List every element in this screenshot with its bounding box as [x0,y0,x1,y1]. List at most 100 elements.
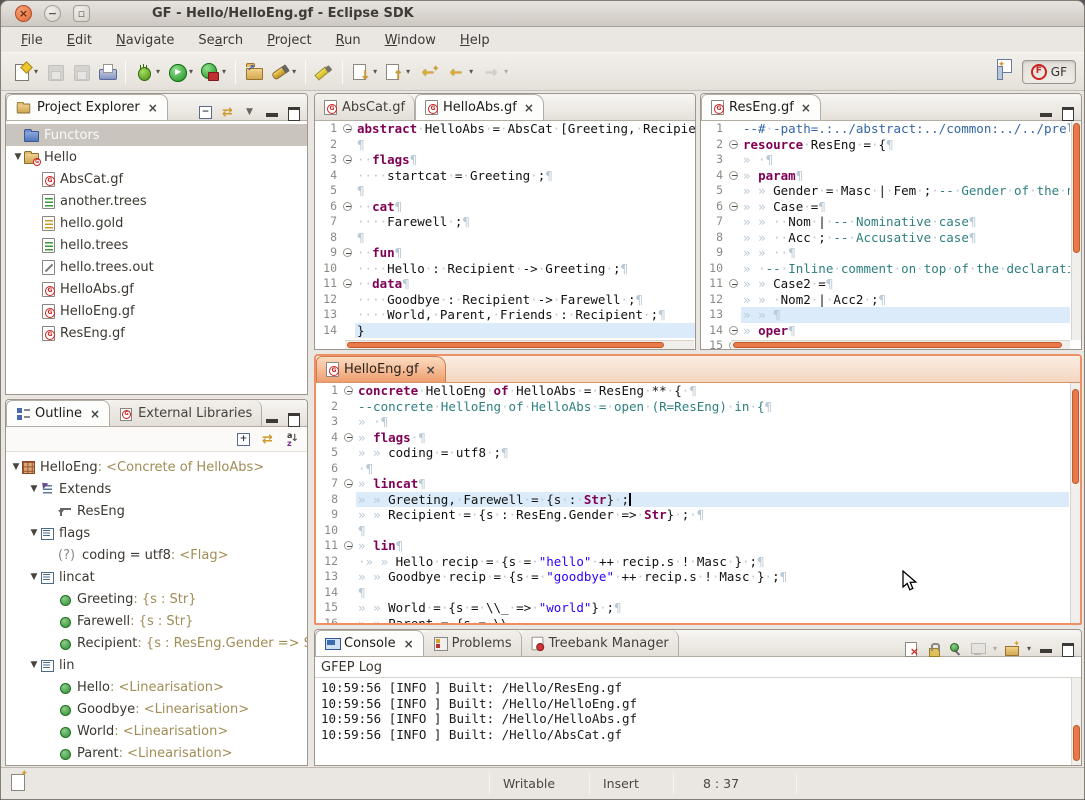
open-perspective-icon[interactable] [996,63,1014,81]
outline-tree[interactable]: ▼HelloEng : <Concrete of HelloAbs>▼Exten… [6,453,307,765]
menu-project[interactable]: Project [255,30,324,51]
close-icon[interactable]: × [801,102,811,114]
maximize-icon[interactable] [1060,641,1075,656]
previous-annotation-button[interactable]: ▾ [381,60,414,84]
expand-arrow-icon[interactable]: ▼ [10,462,22,472]
tree-item-AbsCat.gf[interactable]: AbsCat.gf [6,168,307,190]
collapse-circle-icon[interactable] [344,433,353,442]
outline-item-Goodbye[interactable]: Goodbye : <Linearisation> [6,698,307,720]
outline-item-flags[interactable]: ▼flags [6,522,307,544]
tab-helloeng-gf[interactable]: HelloEng.gf × [316,356,446,382]
link-with-editor-icon[interactable]: ⇄ [260,432,275,447]
view-menu-icon[interactable]: ▼ [242,105,257,120]
dropdown-arrow-icon[interactable]: ▾ [469,67,473,76]
window-minimize-button[interactable]: − [44,5,61,22]
close-icon[interactable]: × [524,102,534,114]
tab-console[interactable]: Console × [315,630,424,656]
tree-item-HelloAbs.gf[interactable]: HelloAbs.gf [6,278,307,300]
collapse-circle-icon[interactable] [344,386,353,395]
menu-window[interactable]: Window [373,30,448,51]
outline-item-World[interactable]: World : <Linearisation> [6,720,307,742]
last-edit-location-button[interactable]: ← [414,60,442,84]
open-gf-folder-button[interactable] [241,60,267,84]
tab-outline[interactable]: Outline × [6,400,110,426]
scroll-lock-icon[interactable] [926,641,941,656]
outline-item-lin[interactable]: ▼lin [6,654,307,676]
scrollbar-thumb[interactable] [1073,725,1080,761]
tree-item-Hello[interactable]: ▼GHello [6,146,307,168]
window-close-button[interactable]: × [15,5,32,22]
tab-project-explorer[interactable]: Project Explorer × [6,94,168,120]
expand-all-icon[interactable] [236,432,251,447]
open-console-icon[interactable] [1004,641,1019,656]
collapse-circle-icon[interactable] [729,140,738,149]
window-titlebar[interactable]: × − ▫ GF - Hello/HelloEng.gf - Eclipse S… [1,1,1084,27]
search-button[interactable]: ▾ [267,60,300,84]
minimize-icon[interactable] [1038,105,1053,120]
fold-marker[interactable] [342,152,355,168]
menu-navigate[interactable]: Navigate [104,30,186,51]
dropdown-arrow-icon[interactable]: ▾ [222,67,226,76]
dropdown-arrow-icon[interactable]: ▾ [156,67,160,76]
console-output[interactable]: 10:59:56 [INFO ] Built: /Hello/ResEng.gf… [315,678,1070,765]
gf-perspective-button[interactable]: GF [1022,60,1076,84]
new-wizard-button[interactable]: ▾ [9,60,42,84]
menu-file[interactable]: File [9,30,55,51]
clear-console-icon[interactable] [904,641,919,656]
dropdown-arrow-icon[interactable]: ▾ [406,67,410,76]
fold-marker[interactable] [343,538,356,554]
tree-item-hello.trees[interactable]: hello.trees [6,234,307,256]
expand-arrow-icon[interactable]: ▼ [28,528,40,538]
run-button[interactable]: ▾ [164,60,197,84]
menu-run[interactable]: Run [324,30,373,51]
fold-marker[interactable] [343,430,356,446]
window-maximize-button[interactable]: ▫ [73,5,90,22]
scrollbar-thumb[interactable] [347,342,664,348]
outline-item-HelloEng[interactable]: ▼HelloEng : <Concrete of HelloAbs> [6,456,307,478]
maximize-icon[interactable] [286,411,301,426]
dropdown-arrow-icon[interactable]: ▾ [189,67,193,76]
fold-marker[interactable] [728,276,741,292]
close-icon[interactable]: × [404,638,414,650]
project-explorer-tree[interactable]: Functors▼GHelloAbsCat.gfanother.treeshel… [6,121,307,394]
collapse-all-icon[interactable] [198,105,213,120]
scrollbar-thumb[interactable] [1072,389,1079,484]
collapse-circle-icon[interactable] [343,202,352,211]
scrollbar-thumb[interactable] [1073,123,1080,253]
outline-item-coding-utf8[interactable]: (?)coding = utf8 : <Flag> [6,544,307,566]
fold-marker[interactable] [342,276,355,292]
sort-icon[interactable]: ↓ [284,432,299,447]
print-button[interactable] [94,60,120,84]
fold-marker[interactable] [728,137,741,153]
scrollbar-thumb[interactable] [733,342,1062,348]
fold-marker[interactable] [728,168,741,184]
collapse-circle-icon[interactable] [343,124,352,133]
tree-item-HelloEng.gf[interactable]: HelloEng.gf [6,300,307,322]
back-button[interactable]: ←▾ [442,60,477,84]
expand-arrow-icon[interactable]: ▼ [28,572,40,582]
dropdown-arrow-icon[interactable]: ▾ [504,67,508,76]
minimize-icon[interactable] [264,105,279,120]
tab-treebank-manager[interactable]: Treebank Manager [522,630,679,656]
display-selected-console-icon[interactable] [970,641,985,656]
maximize-icon[interactable] [286,105,301,120]
close-icon[interactable]: × [90,408,100,420]
collapse-circle-icon[interactable] [343,248,352,257]
tab-problems[interactable]: Problems [424,630,522,656]
expand-arrow-icon[interactable]: ▼ [28,484,40,494]
collapse-circle-icon[interactable] [729,279,738,288]
tab-abscat-gf[interactable]: AbsCat.gf [315,94,415,120]
maximize-icon[interactable] [1060,105,1075,120]
tab-reseng-gf[interactable]: ResEng.gf × [701,94,821,120]
tree-item-another.trees[interactable]: another.trees [6,190,307,212]
dropdown-arrow-icon[interactable]: ▾ [373,67,377,76]
debug-button[interactable]: ▾ [131,60,164,84]
tree-item-ResEng.gf[interactable]: ResEng.gf [6,322,307,344]
outline-item-Greeting[interactable]: Greeting : {s : Str} [6,588,307,610]
fold-marker[interactable] [343,476,356,492]
expand-arrow-icon[interactable]: ▼ [12,152,24,162]
editor-helloabs[interactable]: 1abstract·HelloAbs·=·AbsCat·[Greeting,·R… [315,121,695,349]
trim-restore-icon[interactable] [11,774,25,791]
fold-marker[interactable] [342,199,355,215]
collapse-circle-icon[interactable] [729,171,738,180]
